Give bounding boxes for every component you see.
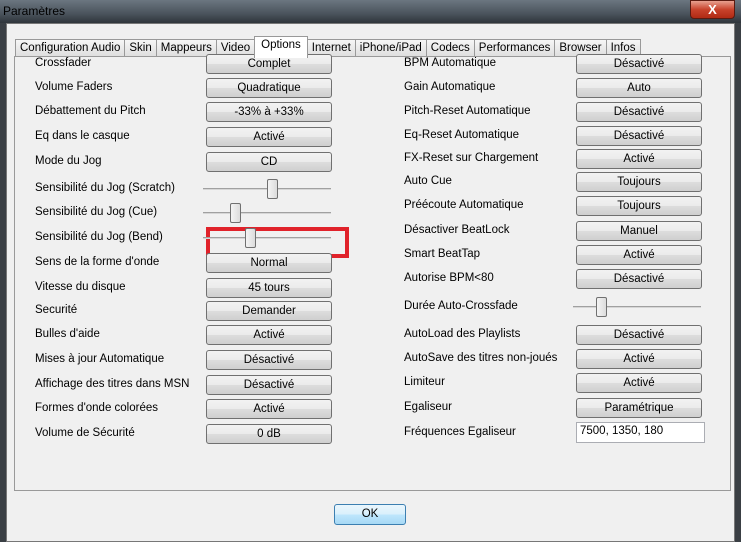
- left-label-mises-a-jour-automatique: Mises à jour Automatique: [35, 353, 165, 365]
- window-title: Paramètres: [3, 4, 66, 18]
- sensibilite-du-jog-scratch-slider[interactable]: [203, 178, 331, 200]
- left-label-volume-faders: Volume Faders: [35, 81, 113, 93]
- smart-beattap-button[interactable]: Activé: [576, 245, 702, 265]
- left-label-bulles-d-aide: Bulles d'aide: [35, 328, 100, 340]
- slider-track: [203, 212, 331, 214]
- right-label-limiteur: Limiteur: [404, 376, 445, 388]
- options-panel: Crossfader Complet Volume Faders Quadratiqu…: [14, 54, 731, 491]
- limiteur-button[interactable]: Activé: [576, 373, 702, 393]
- formes-d-onde-colorees-button[interactable]: Activé: [206, 399, 332, 419]
- tab-options[interactable]: Options: [254, 36, 308, 58]
- autorise-bpm-80-button[interactable]: Désactivé: [576, 269, 702, 289]
- right-label-duree-auto-crossfade: Durée Auto-Crossfade: [404, 300, 518, 312]
- right-label-frequences-egaliseur: Fréquences Egaliseur: [404, 426, 516, 438]
- left-label-securite: Securité: [35, 304, 78, 316]
- right-label-auto-cue: Auto Cue: [404, 175, 452, 187]
- duree-auto-crossfade-slider[interactable]: [573, 296, 701, 318]
- left-label-vitesse-du-disque: Vitesse du disque: [35, 281, 126, 293]
- right-label-autosave-des-titres-non-joues: AutoSave des titres non-joués: [404, 352, 558, 364]
- left-label-sensibilite-du-jog-bend: Sensibilité du Jog (Bend): [35, 231, 163, 243]
- left-label-formes-d-onde-colorees: Formes d'onde colorées: [35, 402, 159, 414]
- bpm-automatique-button[interactable]: Désactivé: [576, 54, 702, 74]
- volume-de-securite-button[interactable]: 0 dB: [206, 424, 332, 444]
- right-label-desactiver-beatlock: Désactiver BeatLock: [404, 224, 510, 236]
- left-label-debattement-du-pitch: Débattement du Pitch: [35, 105, 146, 117]
- right-label-preecoute-automatique: Préécoute Automatique: [404, 199, 524, 211]
- right-label-bpm-automatique: BPM Automatique: [404, 57, 497, 69]
- volume-faders-button[interactable]: Quadratique: [206, 78, 332, 98]
- right-label-autorise-bpm-80: Autorise BPM<80: [404, 272, 494, 284]
- left-label-affichage-des-titres-dans-msn: Affichage des titres dans MSN: [35, 378, 190, 390]
- left-label-eq-dans-le-casque: Eq dans le casque: [35, 130, 130, 142]
- slider-thumb[interactable]: [229, 203, 241, 223]
- gain-automatique-button[interactable]: Auto: [576, 78, 702, 98]
- right-label-fx-reset-sur-chargement: FX-Reset sur Chargement: [404, 152, 539, 164]
- egaliseur-button[interactable]: Paramétrique: [576, 398, 702, 418]
- right-label-egaliseur: Egaliseur: [404, 401, 452, 413]
- dialog-client: Configuration Audio Skin Mappeurs Video Opti…: [6, 23, 735, 542]
- title-bar: Paramètres X: [0, 0, 741, 23]
- sensibilite-du-jog-cue-slider[interactable]: [203, 202, 331, 224]
- right-label-smart-beattap: Smart BeatTap: [404, 248, 481, 260]
- autosave-des-titres-non-joues-button[interactable]: Activé: [576, 349, 702, 369]
- bulles-d-aide-button[interactable]: Activé: [206, 325, 332, 345]
- right-label-eq-reset-automatique: Eq-Reset Automatique: [404, 129, 520, 141]
- vitesse-du-disque-button[interactable]: 45 tours: [206, 278, 332, 298]
- sens-de-la-forme-d-onde-button[interactable]: Normal: [206, 253, 332, 273]
- desactiver-beatlock-button[interactable]: Manuel: [576, 221, 702, 241]
- close-button[interactable]: X: [690, 0, 735, 19]
- frequences-egaliseur-input[interactable]: 7500, 1350, 180: [576, 422, 705, 443]
- fx-reset-sur-chargement-button[interactable]: Activé: [576, 149, 702, 169]
- left-label-sensibilite-du-jog-cue: Sensibilité du Jog (Cue): [35, 206, 158, 218]
- left-label-volume-de-securite: Volume de Sécurité: [35, 427, 135, 439]
- auto-cue-button[interactable]: Toujours: [576, 172, 702, 192]
- left-label-sensibilite-du-jog-scratch: Sensibilité du Jog (Scratch): [35, 182, 175, 194]
- securite-button[interactable]: Demander: [206, 301, 332, 321]
- preecoute-automatique-button[interactable]: Toujours: [576, 196, 702, 216]
- right-label-pitch-reset-automatique: Pitch-Reset Automatique: [404, 105, 531, 117]
- left-label-crossfader: Crossfader: [35, 57, 92, 69]
- mode-du-jog-button[interactable]: CD: [206, 152, 332, 172]
- sensibilite-du-jog-bend-slider[interactable]: [203, 227, 331, 249]
- eq-reset-automatique-button[interactable]: Désactivé: [576, 126, 702, 146]
- eq-dans-le-casque-button[interactable]: Activé: [206, 127, 332, 147]
- pitch-reset-automatique-button[interactable]: Désactivé: [576, 102, 702, 122]
- left-label-sens-de-la-forme-d-onde: Sens de la forme d'onde: [35, 256, 160, 268]
- autoload-des-playlists-button[interactable]: Désactivé: [576, 325, 702, 345]
- slider-track: [573, 306, 701, 308]
- ok-button[interactable]: OK: [334, 504, 406, 525]
- debattement-du-pitch-button[interactable]: -33% à +33%: [206, 102, 332, 122]
- slider-thumb[interactable]: [596, 297, 608, 317]
- mises-a-jour-automatique-button[interactable]: Désactivé: [206, 350, 332, 370]
- affichage-des-titres-dans-msn-button[interactable]: Désactivé: [206, 375, 332, 395]
- right-label-autoload-des-playlists: AutoLoad des Playlists: [404, 328, 521, 340]
- left-label-mode-du-jog: Mode du Jog: [35, 155, 102, 167]
- slider-track: [203, 237, 331, 239]
- slider-thumb[interactable]: [267, 179, 279, 199]
- right-label-gain-automatique: Gain Automatique: [404, 81, 496, 93]
- slider-thumb[interactable]: [245, 228, 257, 248]
